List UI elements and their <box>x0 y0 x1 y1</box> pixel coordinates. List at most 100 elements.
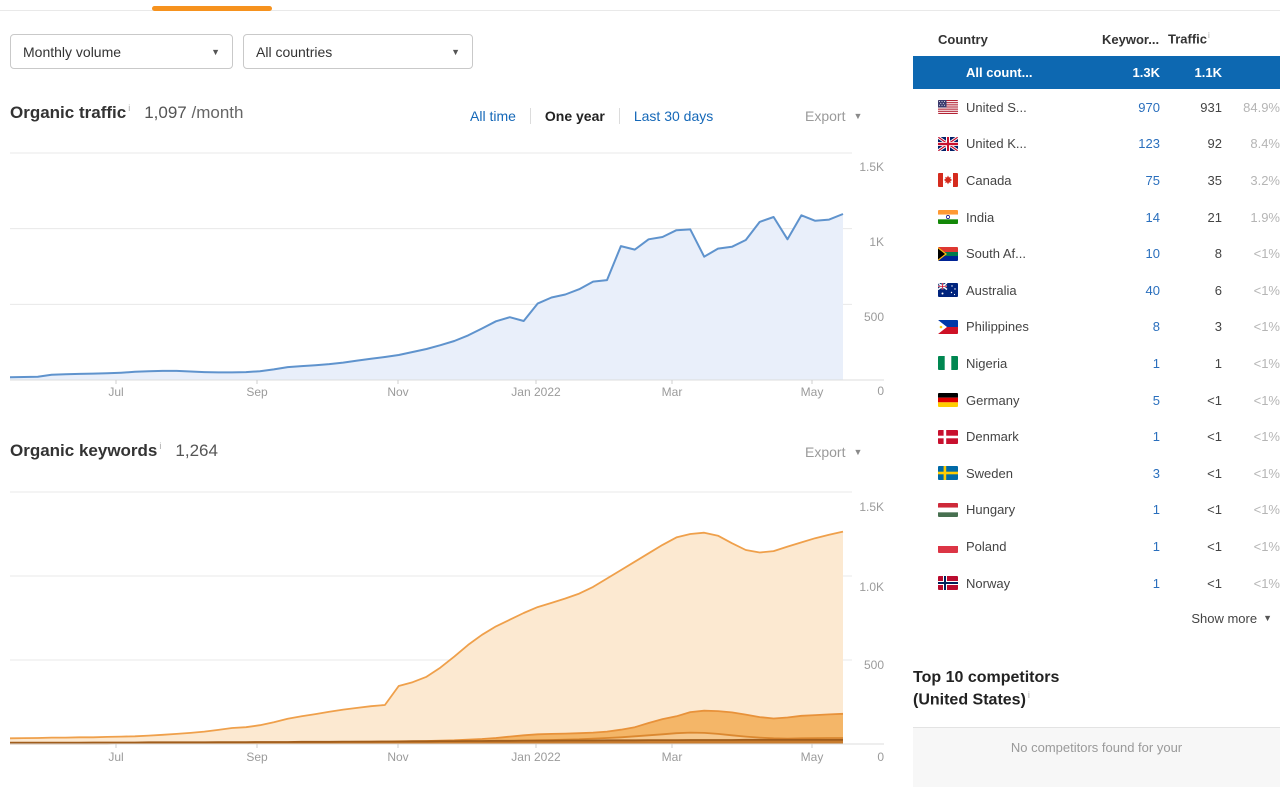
x-tick-label: May <box>801 385 824 399</box>
country-name: United K... <box>966 136 1102 151</box>
y-tick-label: 1.5K <box>844 500 884 514</box>
keywords-export-button[interactable]: Export ▼ <box>805 444 862 460</box>
country-keywords: 1 <box>1102 539 1160 554</box>
organic-keywords-chart[interactable] <box>0 480 890 748</box>
country-traffic: <1 <box>1160 466 1222 481</box>
country-traffic: 8 <box>1160 246 1222 261</box>
country-traffic: <1 <box>1160 502 1222 517</box>
country-traffic: <1 <box>1160 393 1222 408</box>
country-name: United S... <box>966 100 1102 115</box>
info-icon: i <box>159 441 161 451</box>
gb-flag-icon <box>938 137 958 151</box>
country-keywords: 8 <box>1102 319 1160 334</box>
country-name: Australia <box>966 283 1102 298</box>
country-traffic-share: <1% <box>1222 502 1280 517</box>
x-tick-label: Mar <box>662 385 683 399</box>
no-flag-icon <box>938 576 958 590</box>
organic-traffic-chart[interactable] <box>0 145 890 390</box>
se-flag-icon <box>938 466 958 480</box>
country-keywords: 14 <box>1102 210 1160 225</box>
country-traffic-share: 3.2% <box>1222 173 1280 188</box>
country-keywords: 3 <box>1102 466 1160 481</box>
country-traffic-share: <1% <box>1222 393 1280 408</box>
ph-flag-icon <box>938 320 958 334</box>
x-tick-label: Sep <box>246 385 267 399</box>
country-name: India <box>966 210 1102 225</box>
organic-traffic-title: Organic traffici <box>10 103 130 123</box>
organic-keywords-title: Organic keywordsi <box>10 441 161 461</box>
x-tick-label: Nov <box>387 750 408 764</box>
country-row[interactable]: Nigeria11<1% <box>913 345 1280 382</box>
country-traffic: <1 <box>1160 539 1222 554</box>
country-traffic-share: <1% <box>1222 319 1280 334</box>
country-row[interactable]: Hungary1<1<1% <box>913 492 1280 529</box>
country-traffic: 92 <box>1160 136 1222 151</box>
column-country: Country <box>938 32 1102 47</box>
metric-dropdown-value: Monthly volume <box>23 44 121 60</box>
all-countries-keywords: 1.3K <box>1102 65 1160 80</box>
country-keywords: 123 <box>1102 136 1160 151</box>
info-icon: i <box>1208 31 1210 40</box>
metric-dropdown[interactable]: Monthly volume ▼ <box>10 34 233 69</box>
country-keywords: 10 <box>1102 246 1160 261</box>
y-tick-label: 500 <box>844 658 884 672</box>
au-flag-icon <box>938 283 958 297</box>
x-tick-label: Jan 2022 <box>511 385 560 399</box>
show-more-button[interactable]: Show more ▼ <box>913 601 1280 635</box>
x-tick-label: Sep <box>246 750 267 764</box>
range-last-30-days[interactable]: Last 30 days <box>634 108 713 124</box>
country-row[interactable]: Germany5<1<1% <box>913 382 1280 419</box>
country-row[interactable]: United S...97093184.9% <box>913 89 1280 126</box>
country-name: Nigeria <box>966 356 1102 371</box>
ng-flag-icon <box>938 356 958 370</box>
country-row[interactable]: Australia406<1% <box>913 272 1280 309</box>
country-traffic-share: 8.4% <box>1222 136 1280 151</box>
za-flag-icon <box>938 247 958 261</box>
country-name: Hungary <box>966 502 1102 517</box>
organic-traffic-value: 1,097 /month <box>144 103 243 123</box>
y-tick-label: 1.0K <box>844 580 884 594</box>
country-traffic-share: <1% <box>1222 283 1280 298</box>
range-all-time[interactable]: All time <box>470 108 516 124</box>
competitors-empty-state: No competitors found for your <box>913 727 1280 787</box>
country-row[interactable]: Denmark1<1<1% <box>913 418 1280 455</box>
all-countries-label: All count... <box>966 65 1102 80</box>
country-row[interactable]: Poland1<1<1% <box>913 528 1280 565</box>
country-row[interactable]: Sweden3<1<1% <box>913 455 1280 492</box>
country-row[interactable]: Norway1<1<1% <box>913 565 1280 602</box>
x-tick-label: Jul <box>108 385 123 399</box>
y-tick-label: 1.5K <box>844 160 884 174</box>
range-one-year[interactable]: One year <box>545 108 605 124</box>
ca-flag-icon <box>938 173 958 187</box>
country-name: South Af... <box>966 246 1102 261</box>
chevron-down-icon: ▼ <box>451 47 460 57</box>
column-traffic: Traffici <box>1160 31 1222 46</box>
traffic-range-switcher: All time One year Last 30 days <box>470 108 713 124</box>
country-row[interactable]: United K...123928.4% <box>913 126 1280 163</box>
x-tick-label: Jan 2022 <box>511 750 560 764</box>
country-dropdown-value: All countries <box>256 44 332 60</box>
y-tick-label: 0 <box>844 750 884 764</box>
country-traffic-share: <1% <box>1222 539 1280 554</box>
info-icon: i <box>128 103 130 113</box>
country-keywords: 1 <box>1102 576 1160 591</box>
country-row[interactable]: Philippines83<1% <box>913 309 1280 346</box>
country-row[interactable]: India14211.9% <box>913 199 1280 236</box>
country-traffic: 1 <box>1160 356 1222 371</box>
dk-flag-icon <box>938 430 958 444</box>
chevron-down-icon: ▼ <box>853 447 862 457</box>
country-traffic-share: <1% <box>1222 466 1280 481</box>
divider <box>530 108 531 124</box>
y-tick-label: 1K <box>844 235 884 249</box>
de-flag-icon <box>938 393 958 407</box>
competitors-title: Top 10 competitors (United States)i <box>913 667 1280 711</box>
country-traffic: 21 <box>1160 210 1222 225</box>
country-dropdown[interactable]: All countries ▼ <box>243 34 473 69</box>
country-keywords: 5 <box>1102 393 1160 408</box>
country-row[interactable]: South Af...108<1% <box>913 235 1280 272</box>
traffic-export-button[interactable]: Export ▼ <box>805 108 862 124</box>
all-countries-row[interactable]: All count... 1.3K 1.1K <box>913 56 1280 89</box>
country-row[interactable]: Canada75353.2% <box>913 162 1280 199</box>
country-name: Germany <box>966 393 1102 408</box>
info-icon: i <box>1028 690 1030 700</box>
